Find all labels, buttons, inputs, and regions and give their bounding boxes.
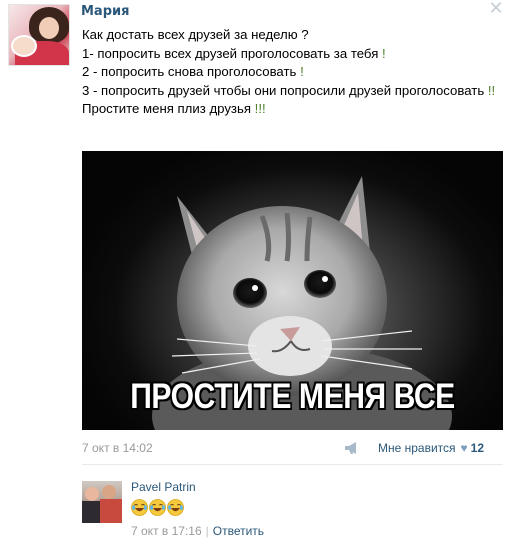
heart-icon: ♥ [460, 441, 468, 455]
commenter-avatar[interactable] [82, 481, 122, 523]
comment-timestamp[interactable]: 7 окт в 17:16 [131, 524, 202, 538]
post-image[interactable]: ПРОСТИТЕ МЕНЯ ВСЕ [82, 151, 503, 430]
post-text-line: 1- попросить всех друзей проголосовать з… [82, 45, 386, 61]
laughing-with-tears-icon [167, 499, 184, 516]
post-text-line: Простите меня плиз друзья !!! [82, 101, 266, 116]
laughing-with-tears-icon [149, 499, 166, 516]
wall-post: Мария ✕ Как достать всех друзей за недел… [0, 0, 519, 543]
comment-meta: 7 окт в 17:16 | Ответить [131, 524, 264, 538]
like-label: Мне нравится [378, 441, 456, 455]
reply-link[interactable]: Ответить [213, 524, 264, 538]
laughing-with-tears-icon [131, 499, 148, 516]
exclamation: !!! [254, 101, 266, 116]
post-author-name[interactable]: Мария [81, 4, 129, 19]
exclamation: ! [300, 64, 304, 79]
comment-text [131, 499, 185, 517]
post-timestamp[interactable]: 7 окт в 14:02 [82, 441, 153, 455]
separator: | [205, 524, 209, 538]
close-icon[interactable]: ✕ [487, 0, 505, 18]
author-avatar[interactable] [8, 4, 70, 66]
like-count: 12 [470, 441, 485, 455]
divider [82, 464, 503, 465]
post-text-line: 3 - попросить друзей чтобы они попросили… [82, 82, 496, 98]
post-text-line: 2 - попросить снова проголосовать ! [82, 64, 304, 79]
exclamation: ! [382, 45, 386, 61]
exclamation: !! [487, 82, 496, 98]
post-meta: 7 окт в 14:02 [82, 441, 156, 455]
image-caption: ПРОСТИТЕ МЕНЯ ВСЕ [130, 377, 455, 416]
like-button[interactable]: Мне нравится ♥ 12 [378, 441, 484, 455]
megaphone-icon[interactable] [344, 441, 360, 455]
post-text: Как достать всех друзей за неделю ? 1- п… [82, 26, 502, 119]
post-text-line: Как достать всех друзей за неделю ? [82, 27, 309, 42]
comment-author-name[interactable]: Pavel Patrin [131, 480, 196, 494]
